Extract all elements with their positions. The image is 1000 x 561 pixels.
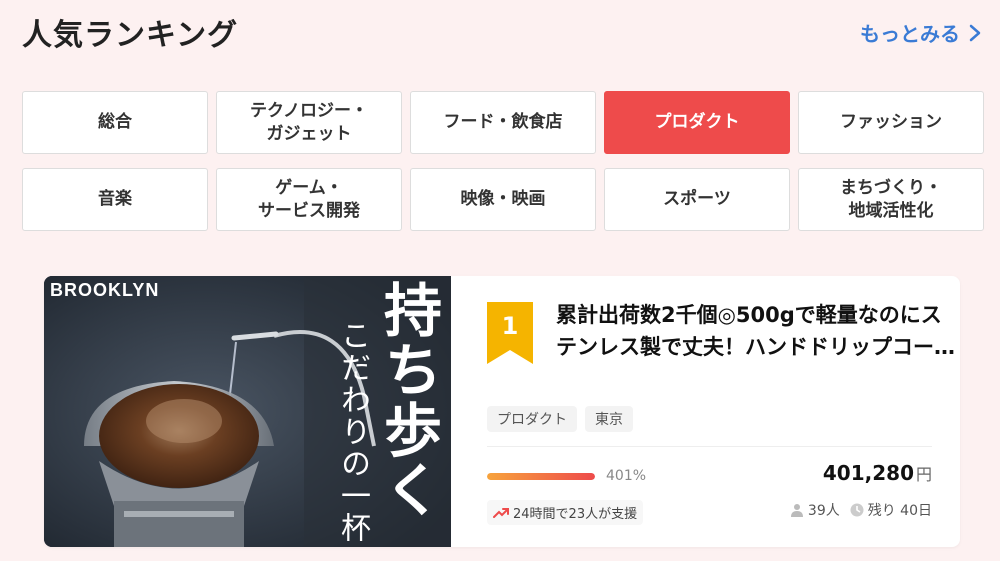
project-thumbnail[interactable]: BROOKLYN こだわりの一杯 持ち歩く [44,276,451,547]
rank-number: 1 [501,312,519,340]
project-title[interactable]: 累計出荷数2千個◎500gで軽量なのにステンレス製で丈夫！ハンドドリップコーヒー… [556,300,956,363]
category-tab[interactable]: ゲーム・ サービス開発 [216,168,402,231]
trending-up-icon [493,507,509,518]
progress-bar [487,473,595,480]
supporters-stat: 39人 [790,500,840,520]
category-tab[interactable]: 映像・映画 [410,168,596,231]
funded-amount: 401,280 円 [823,461,932,485]
see-more-label: もっとみる [860,22,960,46]
remaining-stat: 残り 40日 [850,500,932,520]
clock-icon [850,503,864,517]
tag-category[interactable]: プロダクト [487,406,577,432]
divider [487,446,932,447]
category-tab[interactable]: 音楽 [22,168,208,231]
see-more-link[interactable]: もっとみる [860,18,982,47]
category-tab[interactable]: まちづくり・ 地域活性化 [798,168,984,231]
project-info: 1 累計出荷数2千個◎500gで軽量なのにステンレス製で丈夫！ハンドドリップコー… [451,276,960,547]
progress-percent: 401% [606,468,647,484]
progress-fill [487,473,595,480]
image-headline: 持ち歩く [374,280,442,520]
category-tabs: 総合 テクノロジー・ ガジェット フード・飲食店 プロダクト ファッション音楽 ゲーム・ … [22,91,984,231]
category-tab[interactable]: フード・飲食店 [410,91,596,154]
category-tab[interactable]: テクノロジー・ ガジェット [216,91,402,154]
trend-badge: 24時間で23人が支援 [487,500,644,525]
trend-text: 24時間で23人が支援 [513,507,638,522]
page-title: 人気ランキング [22,18,239,53]
person-icon [790,504,803,517]
project-stats: 39人 残り 40日 [790,500,932,520]
amount-value: 401,280 [822,461,914,485]
chevron-right-icon [969,24,981,41]
rank-badge: 1 [487,302,533,364]
remaining-days: 残り 40日 [867,503,932,519]
image-subline: こだわりの一杯 [335,320,370,544]
supporters-count: 39人 [807,503,840,519]
category-tab[interactable]: 総合 [22,91,208,154]
category-tab[interactable]: プロダクト [604,91,790,154]
project-tags: プロダクト 東京 [487,406,633,432]
category-tab[interactable]: ファッション [798,91,984,154]
category-tab[interactable]: スポーツ [604,168,790,231]
amount-unit: 円 [915,465,932,484]
tag-location[interactable]: 東京 [585,406,633,432]
brand-logo: BROOKLYN [50,280,160,300]
ranking-card[interactable]: BROOKLYN こだわりの一杯 持ち歩く 1 累計出荷数2千個◎500gで軽量… [44,276,960,547]
